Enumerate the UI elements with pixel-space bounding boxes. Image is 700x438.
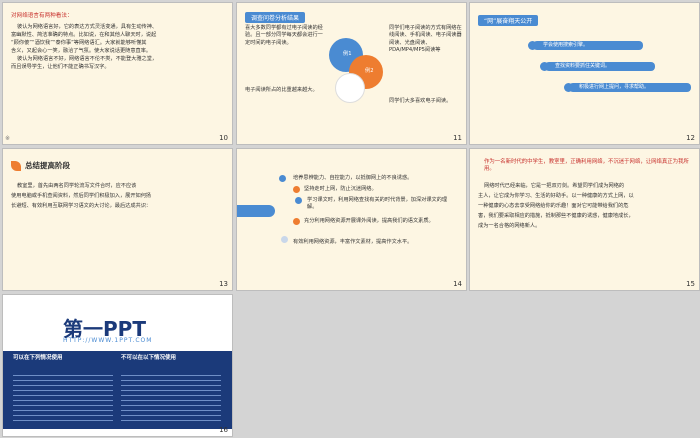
slide-10[interactable]: 对网络语言有两种看法： 彼认为网络语言好，它的表达方式灵活变通，具有生动传神、 …	[2, 2, 233, 145]
slide-11[interactable]: 调查问卷分析结果 喜大多数同学都有过电子阅读的经验。且一部分同学每天都会进行一定…	[236, 2, 467, 145]
slide-11-right2: 同学们大多喜欢电子阅读。	[389, 98, 452, 104]
slide-number: 13	[219, 280, 228, 288]
slide-number: 15	[686, 280, 695, 288]
slide-15-line1: 网络时代已经来临，它是一把双刃剑。希望同学们成为网络的	[484, 183, 625, 189]
slide-13-line2: 使用电脑或手机查阅资料，然后同学们积极加入，展开如何扬	[11, 193, 152, 199]
slide-11-left2: 电子阅读所占的比重越来越大。	[245, 87, 318, 93]
slide-13-line3: 长避短、有效利用互联网学习语文的大讨论，最后达成共识：	[11, 203, 152, 209]
blue-tab-shape	[237, 205, 275, 217]
slide-11-left1: 喜大多数同学都有过电子阅读的经验。且一部分同学每天都会进行一定时间的电子阅读。	[245, 25, 323, 46]
slide-number: 14	[453, 280, 462, 288]
leaf-icon	[11, 161, 21, 171]
slide-14-item5: 有效利用网络资源，丰富作文素材，提高作文水平。	[293, 239, 413, 245]
slide-15-line3: 一种健康的心态去享受网络给你的乐趣！面对它可能带给我们的危	[478, 203, 629, 209]
slide-12-title: “网”展奋翔天公开	[478, 15, 539, 26]
slide-13-title: 总结提高阶段	[25, 161, 70, 170]
pie-label-1: 例1	[343, 51, 352, 57]
slide-number: 11	[453, 134, 462, 142]
bullet-dot-3	[295, 197, 302, 204]
slide-number: 12	[686, 134, 695, 142]
slide-10-line1: 彼认为网络语言好，它的表达方式灵活变通，具有生动传神、	[17, 24, 158, 30]
bullet-dot-2	[293, 186, 300, 193]
pie-label-2: 例2	[365, 68, 374, 74]
slide-10-title: 对网络语言有两种看法：	[11, 13, 73, 19]
slide-10-line6: 而且误导学生，让他们不能正确书写汉字。	[11, 64, 110, 70]
slide-16[interactable]: 第一PPT HTTP://WWW.1PPT.COM 可以在下列情况使用 不可以在…	[2, 294, 233, 437]
link-lines-right	[121, 371, 221, 423]
slide-15-line2: 主人，让它成为你学习、生活的好助手。以一种健康的方式上网，以	[478, 193, 634, 199]
slide-13-line1: 教室里，首先由两名同学轮流写文件合时，应不应该	[17, 183, 137, 189]
slide-14-item4: 充分利用网络资源开展课外阅读，提高我们的语文素质。	[304, 218, 434, 224]
corner-mark: ※	[5, 135, 11, 142]
item-pill-3: 积极进行网上提问，寻求帮助。	[569, 83, 691, 92]
slide-number: 16	[219, 426, 228, 434]
link-lines-left	[13, 371, 113, 423]
bullet-dot-5	[281, 236, 288, 243]
slide-11-right1: 同学们电子阅读的方式有网络在线阅读、手机阅读、电子阅读器阅读、光盘阅读、PDA/…	[389, 25, 462, 54]
slide-15-line5: 成为一名合格的网络新人。	[478, 223, 541, 229]
slide-14[interactable]: 培养思辨能力、自控能力，以抵御网上的不良诱惑。 坚持走时上网，防止沉迷网络。 学…	[236, 148, 467, 291]
brand-url: HTTP://WWW.1PPT.COM	[63, 337, 153, 344]
slide-10-line3: “顾你傻”“酒饮我”“泰你事”等网络语汇。大家就能够听懂其	[11, 40, 147, 46]
slide-11-title: 调查问卷分析结果	[245, 12, 306, 23]
item-pill-2: 查找资料要抓住关键词。	[545, 62, 655, 71]
slide-10-line2: 富幽默性、简洁准确的特点。比如说，在和其他人聊天时，说起	[11, 32, 157, 38]
col2-heading: 不可以在以下情况使用	[121, 355, 177, 361]
col1-heading: 可以在下列情况使用	[13, 355, 63, 361]
slide-15[interactable]: 作为一名新时代的中学生，教室里，正确利用网络，不沉迷于网络，让网络真正为我所用。…	[469, 148, 700, 291]
slide-10-line4: 含义，又起会心一笑，融洽了气氛。使大家说话更随意直率。	[11, 48, 152, 54]
slide-14-item2: 坚持走时上网，防止沉迷网络。	[304, 186, 377, 192]
slide-15-line4: 害，我们要采取相应的措施，抵制那些不健康的诱惑，健康地成长，	[478, 213, 634, 219]
slide-13[interactable]: 总结提高阶段 教室里，首先由两名同学轮流写文件合时，应不应该 使用电脑或手机查阅…	[2, 148, 233, 291]
slide-number: 10	[219, 134, 228, 142]
slide-12[interactable]: “网”展奋翔天公开 学会使用搜索引擎。 查找资料要抓住关键词。 积极进行网上提问…	[469, 2, 700, 145]
slide-14-item1: 培养思辨能力、自控能力，以抵御网上的不良诱惑。	[293, 175, 413, 181]
pie-slice-white	[335, 73, 365, 103]
item-pill-1: 学会使用搜索引擎。	[533, 41, 643, 50]
slide-14-item3: 学习课文时，利用网络查找有关的时代背景，加深对课文的理解。	[307, 197, 448, 211]
slide-10-line5: 彼认为网络语言不好，网络语言不伦不类，不能登大雅之堂，	[17, 56, 158, 62]
slide-15-title: 作为一名新时代的中学生，教室里，正确利用网络，不沉迷于网络，让网络真正为我所用。	[484, 159, 689, 173]
bullet-dot-4	[293, 218, 300, 225]
bullet-dot-1	[279, 175, 286, 182]
